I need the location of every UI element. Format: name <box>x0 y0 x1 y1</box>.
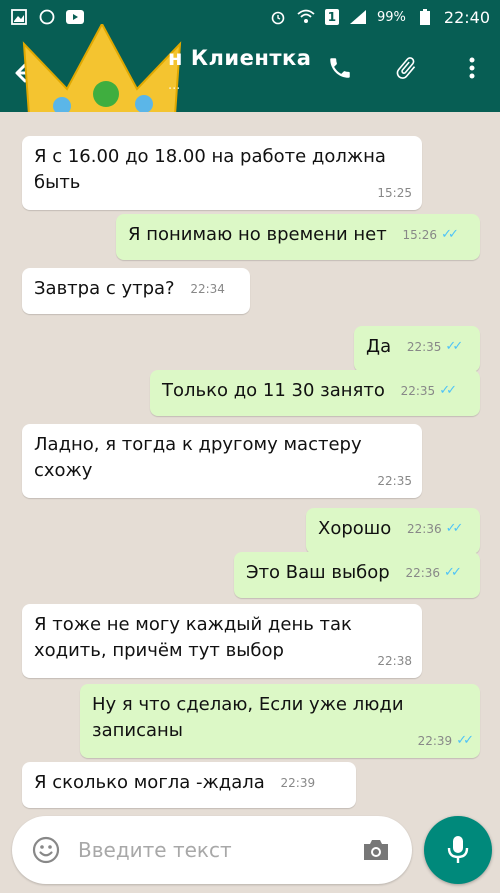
message-text: Я сколько могла -ждала <box>34 772 265 793</box>
message-bubble[interactable]: Хорошо 22:36 ✓✓ <box>306 508 480 554</box>
message-bubble[interactable]: Я понимаю но времени нет 15:26 ✓✓ <box>116 214 480 260</box>
message-time: 22:39 <box>280 776 316 790</box>
message-time: 22:38 <box>377 654 412 668</box>
chat-area[interactable]: Я с 16.00 до 18.00 на работе должна быть… <box>0 112 500 812</box>
message-bubble[interactable]: Это Ваш выбор 22:36 ✓✓ <box>234 552 480 598</box>
message-time: 22:35 <box>406 340 442 354</box>
whatsapp-status-icon <box>38 9 56 25</box>
message-bubble[interactable]: Завтра с утра? 22:34 <box>22 268 250 314</box>
message-time: 15:25 <box>377 186 412 200</box>
camera-button[interactable] <box>358 832 394 868</box>
message-bubble[interactable]: Только до 11 30 занято 22:35 ✓✓ <box>150 370 480 416</box>
message-time: 22:35 <box>400 384 436 398</box>
contact-name[interactable]: н Клиентка <box>168 46 311 70</box>
read-ticks-icon: ✓✓ <box>439 383 457 398</box>
message-time: 22:36 <box>405 566 441 580</box>
read-ticks-icon: ✓✓ <box>445 339 463 354</box>
voice-record-button[interactable] <box>424 816 492 884</box>
message-time: 22:36 <box>407 522 442 536</box>
message-bubble[interactable]: Ну я что сделаю, Если уже люди записаны … <box>80 684 480 758</box>
gallery-icon <box>10 9 28 25</box>
emoji-button[interactable] <box>28 832 64 868</box>
smiley-icon <box>32 836 60 864</box>
phone-icon <box>330 58 350 78</box>
message-text: Я понимаю но времени нет <box>128 224 387 245</box>
attach-button[interactable] <box>390 52 422 84</box>
message-time: 22:39 <box>417 734 453 748</box>
message-time: 15:26 <box>402 228 438 242</box>
clock: 22:40 <box>443 7 490 27</box>
read-ticks-icon: ✓✓ <box>456 733 474 748</box>
menu-button[interactable] <box>456 52 488 84</box>
youtube-icon <box>66 9 84 25</box>
contact-status: ... <box>168 78 181 93</box>
battery-percent: 99% <box>376 9 406 25</box>
read-ticks-icon: ✓✓ <box>441 227 459 242</box>
message-text: Завтра с утра? <box>34 278 175 299</box>
signal-icon <box>349 9 367 25</box>
message-time: 22:35 <box>377 474 412 488</box>
camera-icon <box>364 840 388 860</box>
read-ticks-icon: ✓✓ <box>444 565 462 580</box>
message-bubble[interactable]: Ладно, я тогда к другому мастеру схожу 2… <box>22 424 422 498</box>
sim-icon: 1 <box>324 9 339 25</box>
alarm-icon <box>269 9 287 25</box>
message-text: Ладно, я тогда к другому мастеру схожу <box>34 434 362 481</box>
battery-icon <box>416 9 434 25</box>
call-button[interactable] <box>324 52 356 84</box>
wifi-icon <box>297 9 315 25</box>
more-vertical-icon <box>469 57 475 79</box>
microphone-icon <box>447 836 469 863</box>
message-bubble[interactable]: Да 22:35 ✓✓ <box>354 326 480 372</box>
chat-header: н Клиентка ... <box>0 24 500 130</box>
message-text: Ну я что сделаю, Если уже люди записаны <box>92 694 404 741</box>
read-ticks-icon: ✓✓ <box>445 521 464 536</box>
message-text: Я тоже не могу каждый день так ходить, п… <box>34 614 352 661</box>
message-text: Я с 16.00 до 18.00 на работе должна быть <box>34 146 386 193</box>
message-text: Только до 11 30 занято <box>162 380 385 401</box>
message-text: Хорошо <box>318 518 392 539</box>
message-text: Да <box>366 336 392 357</box>
message-time: 22:34 <box>190 282 225 296</box>
paperclip-icon <box>396 57 416 79</box>
message-input[interactable] <box>78 838 338 862</box>
message-bubble[interactable]: Я тоже не могу каждый день так ходить, п… <box>22 604 422 678</box>
message-input-bar <box>12 816 412 884</box>
message-bubble[interactable]: Я с 16.00 до 18.00 на работе должна быть… <box>22 136 422 210</box>
message-text: Это Ваш выбор <box>246 562 390 583</box>
message-bubble[interactable]: Я сколько могла -ждала 22:39 <box>22 762 356 808</box>
